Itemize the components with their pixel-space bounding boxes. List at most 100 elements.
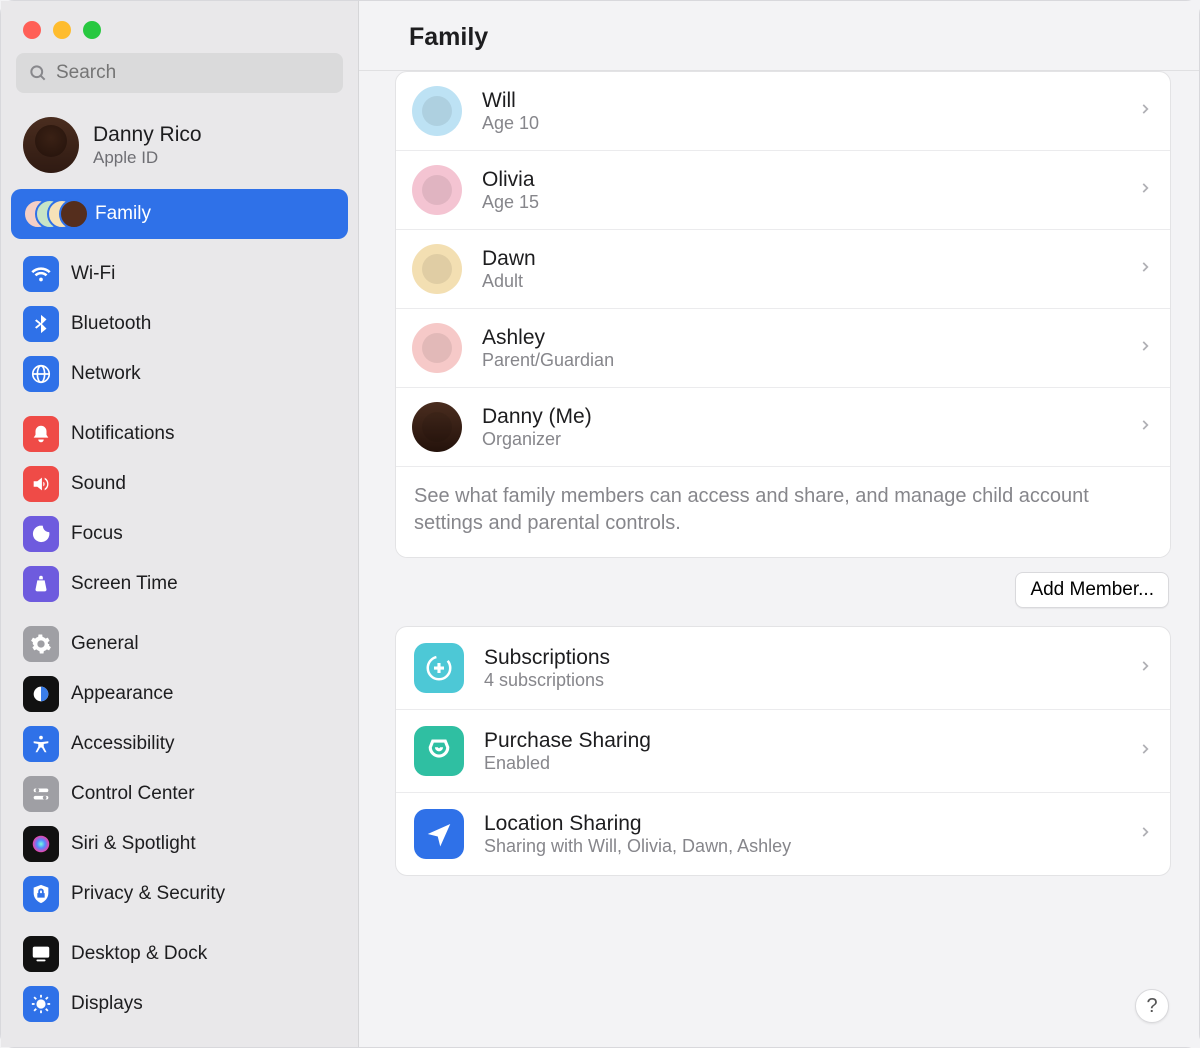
chevron-right-icon bbox=[1138, 821, 1152, 848]
chevron-right-icon bbox=[1138, 738, 1152, 765]
family-member-row[interactable]: WillAge 10 bbox=[396, 72, 1170, 151]
sidebar-item-label: Displays bbox=[71, 993, 143, 1015]
family-member-row[interactable]: OliviaAge 15 bbox=[396, 151, 1170, 230]
sidebar-item-privacy[interactable]: Privacy & Security bbox=[11, 869, 348, 919]
help-button[interactable]: ? bbox=[1135, 989, 1169, 1023]
member-avatar bbox=[412, 86, 462, 136]
sidebar-item-label: Screen Time bbox=[71, 573, 178, 595]
feature-row-purchase[interactable]: Purchase SharingEnabled bbox=[396, 710, 1170, 793]
feature-row-subscriptions[interactable]: Subscriptions4 subscriptions bbox=[396, 627, 1170, 710]
chevron-right-icon bbox=[1138, 335, 1152, 362]
sidebar-item-family[interactable]: Family bbox=[11, 189, 348, 239]
sound-icon bbox=[23, 466, 59, 502]
sidebar-item-label: Siri & Spotlight bbox=[71, 833, 196, 855]
user-sub: Apple ID bbox=[93, 148, 202, 168]
search-input[interactable] bbox=[56, 62, 331, 84]
subscriptions-icon bbox=[414, 643, 464, 693]
content-scroll[interactable]: WillAge 10OliviaAge 15DawnAdultAshleyPar… bbox=[359, 71, 1199, 1047]
family-features-card: Subscriptions4 subscriptionsPurchase Sha… bbox=[395, 626, 1171, 876]
sidebar-item-screentime[interactable]: Screen Time bbox=[11, 559, 348, 609]
wifi-icon bbox=[23, 256, 59, 292]
sidebar-item-desktop[interactable]: Desktop & Dock bbox=[11, 929, 348, 979]
feature-sub: Sharing with Will, Olivia, Dawn, Ashley bbox=[484, 836, 1118, 857]
sidebar-item-label: Control Center bbox=[71, 783, 195, 805]
displays-icon bbox=[23, 986, 59, 1022]
sidebar-item-label: Focus bbox=[71, 523, 123, 545]
appearance-icon bbox=[23, 676, 59, 712]
member-name: Danny (Me) bbox=[482, 404, 1118, 429]
member-avatar bbox=[412, 323, 462, 373]
minimize-window-button[interactable] bbox=[53, 21, 71, 39]
siri-icon bbox=[23, 826, 59, 862]
sidebar-item-appearance[interactable]: Appearance bbox=[11, 669, 348, 719]
sidebar-item-displays[interactable]: Displays bbox=[11, 979, 348, 1029]
sidebar-item-label: Accessibility bbox=[71, 733, 174, 755]
sidebar-item-label: Family bbox=[95, 203, 151, 225]
screentime-icon bbox=[23, 566, 59, 602]
feature-row-location[interactable]: Location SharingSharing with Will, Olivi… bbox=[396, 793, 1170, 875]
member-role: Parent/Guardian bbox=[482, 350, 1118, 371]
sidebar-item-label: Privacy & Security bbox=[71, 883, 225, 905]
search-field[interactable] bbox=[16, 53, 343, 93]
feature-title: Subscriptions bbox=[484, 646, 1118, 670]
member-name: Olivia bbox=[482, 167, 1118, 192]
member-avatar bbox=[412, 244, 462, 294]
sidebar-item-bluetooth[interactable]: Bluetooth bbox=[11, 299, 348, 349]
sidebar-item-general[interactable]: General bbox=[11, 619, 348, 669]
feature-title: Location Sharing bbox=[484, 812, 1118, 836]
family-avatars-icon bbox=[23, 196, 83, 232]
focus-icon bbox=[23, 516, 59, 552]
member-avatar bbox=[412, 402, 462, 452]
sidebar-item-notifications[interactable]: Notifications bbox=[11, 409, 348, 459]
family-member-row[interactable]: AshleyParent/Guardian bbox=[396, 309, 1170, 388]
bluetooth-icon bbox=[23, 306, 59, 342]
sidebar-list: Family Wi-Fi Bluetooth Network Notification… bbox=[1, 189, 358, 1047]
sidebar-item-controlcenter[interactable]: Control Center bbox=[11, 769, 348, 819]
sidebar-item-label: General bbox=[71, 633, 139, 655]
user-name: Danny Rico bbox=[93, 122, 202, 147]
accessibility-icon bbox=[23, 726, 59, 762]
sidebar-item-accessibility[interactable]: Accessibility bbox=[11, 719, 348, 769]
sidebar-item-wifi[interactable]: Wi-Fi bbox=[11, 249, 348, 299]
members-footer-text: See what family members can access and s… bbox=[396, 467, 1170, 557]
member-role: Organizer bbox=[482, 429, 1118, 450]
general-icon bbox=[23, 626, 59, 662]
chevron-right-icon bbox=[1138, 98, 1152, 125]
member-name: Ashley bbox=[482, 325, 1118, 350]
sidebar-item-label: Appearance bbox=[71, 683, 173, 705]
member-role: Adult bbox=[482, 271, 1118, 292]
close-window-button[interactable] bbox=[23, 21, 41, 39]
chevron-right-icon bbox=[1138, 655, 1152, 682]
purchase-icon bbox=[414, 726, 464, 776]
fullscreen-window-button[interactable] bbox=[83, 21, 101, 39]
apple-id-row[interactable]: Danny Rico Apple ID bbox=[1, 107, 358, 189]
search-icon bbox=[28, 63, 48, 83]
desktop-icon bbox=[23, 936, 59, 972]
feature-sub: Enabled bbox=[484, 753, 1118, 774]
chevron-right-icon bbox=[1138, 177, 1152, 204]
main-panel: Family WillAge 10OliviaAge 15DawnAdultAs… bbox=[359, 1, 1199, 1047]
sidebar-item-focus[interactable]: Focus bbox=[11, 509, 348, 559]
add-member-button[interactable]: Add Member... bbox=[1015, 572, 1169, 608]
member-role: Age 10 bbox=[482, 113, 1118, 134]
sidebar-item-sound[interactable]: Sound bbox=[11, 459, 348, 509]
feature-title: Purchase Sharing bbox=[484, 729, 1118, 753]
sidebar-item-label: Network bbox=[71, 363, 141, 385]
window-controls bbox=[1, 1, 358, 39]
feature-sub: 4 subscriptions bbox=[484, 670, 1118, 691]
family-member-row[interactable]: Danny (Me)Organizer bbox=[396, 388, 1170, 467]
sidebar-item-siri[interactable]: Siri & Spotlight bbox=[11, 819, 348, 869]
sidebar-item-label: Wi-Fi bbox=[71, 263, 115, 285]
titlebar: Family bbox=[359, 1, 1199, 71]
sidebar: Danny Rico Apple ID Family Wi-Fi Bluetoot… bbox=[1, 1, 359, 1047]
page-title: Family bbox=[409, 23, 1199, 52]
sidebar-item-label: Desktop & Dock bbox=[71, 943, 207, 965]
member-avatar bbox=[412, 165, 462, 215]
chevron-right-icon bbox=[1138, 414, 1152, 441]
network-icon bbox=[23, 356, 59, 392]
controlcenter-icon bbox=[23, 776, 59, 812]
location-icon bbox=[414, 809, 464, 859]
family-member-row[interactable]: DawnAdult bbox=[396, 230, 1170, 309]
member-name: Dawn bbox=[482, 246, 1118, 271]
sidebar-item-network[interactable]: Network bbox=[11, 349, 348, 399]
